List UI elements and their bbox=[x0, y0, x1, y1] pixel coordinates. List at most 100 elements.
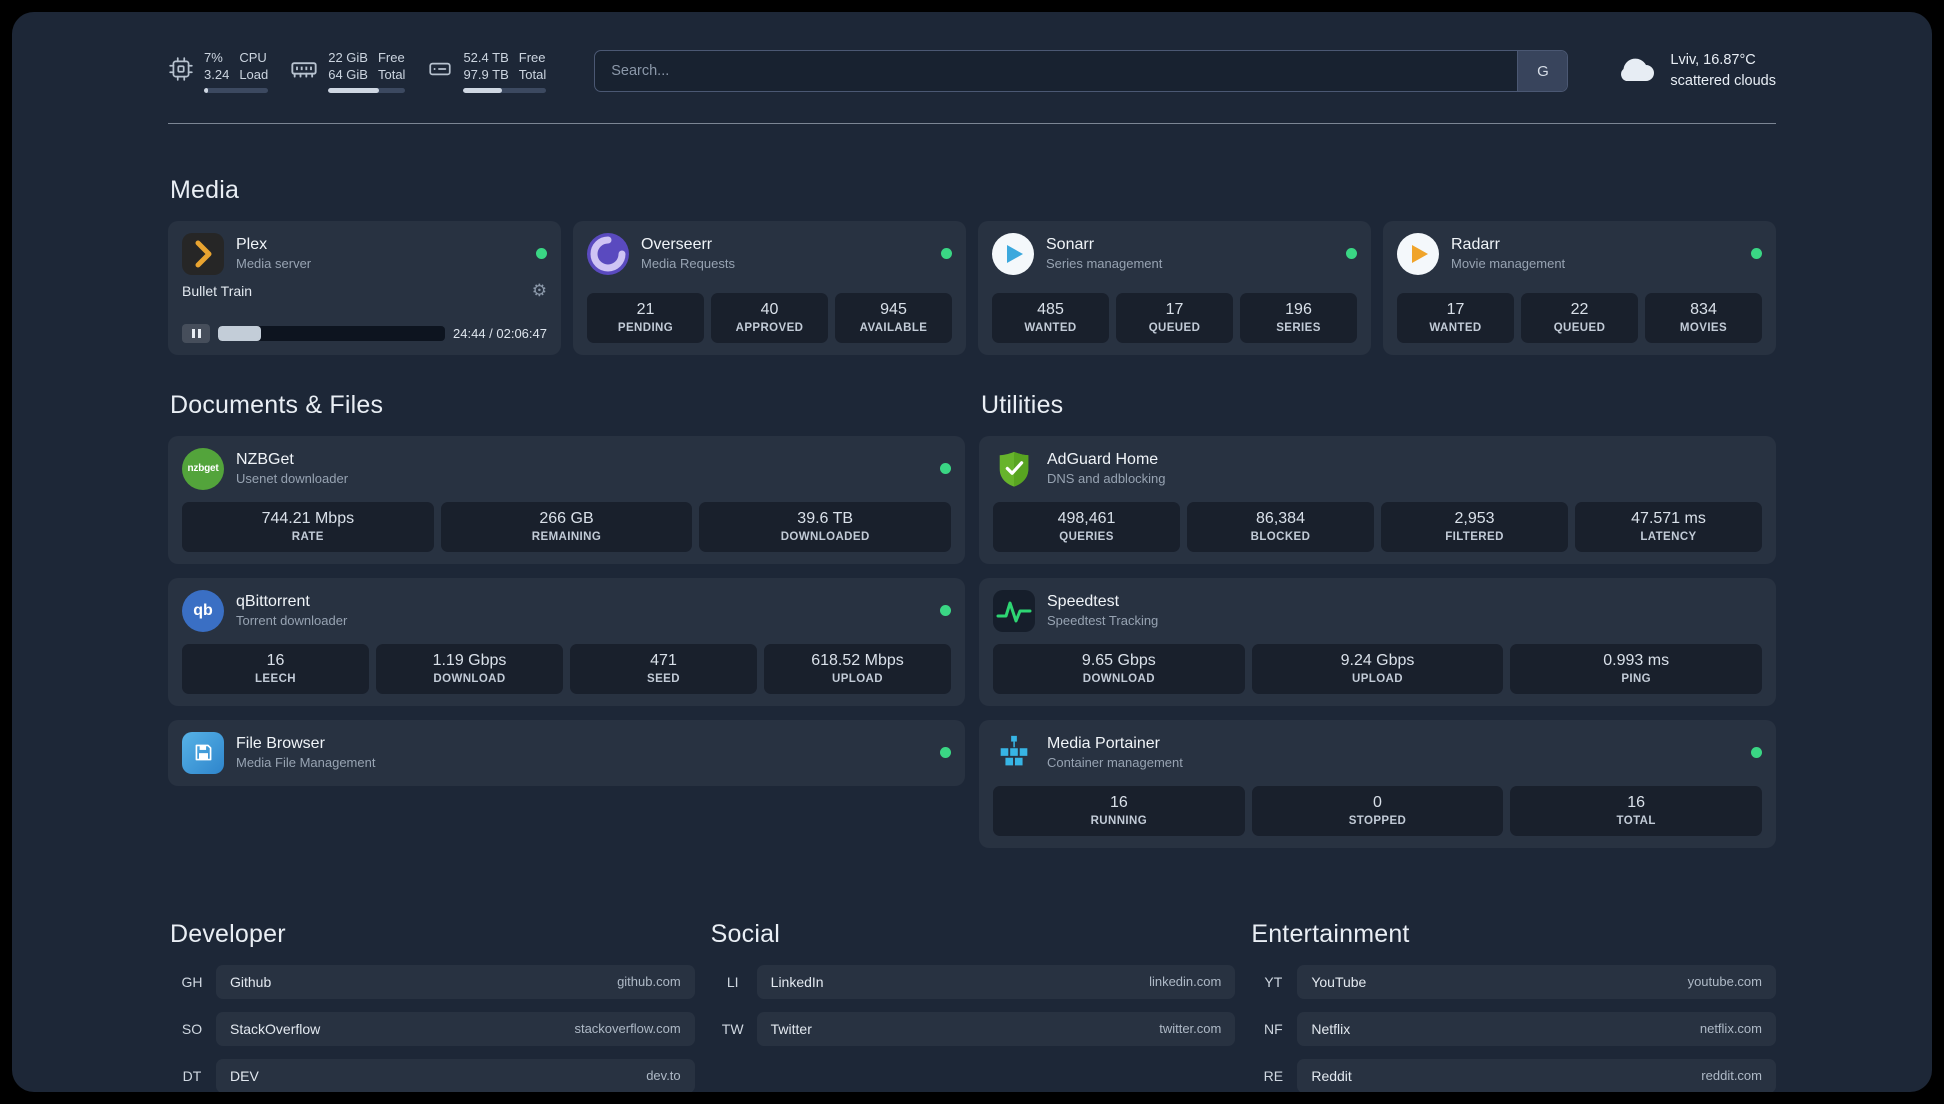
service-card-speedtest[interactable]: Speedtest Speedtest Tracking 9.65 Gbps D… bbox=[979, 577, 1776, 706]
stat-value: 834 bbox=[1690, 300, 1717, 318]
service-subtitle: Usenet downloader bbox=[236, 471, 349, 487]
status-dot bbox=[940, 747, 951, 759]
stat-value: 618.52 Mbps bbox=[811, 651, 904, 669]
stat-label: RATE bbox=[291, 530, 324, 543]
service-card-qbittorrent[interactable]: qb qBittorrent Torrent downloader 16 LEE… bbox=[168, 577, 965, 706]
bookmark-dev[interactable]: DEV dev.to bbox=[216, 1058, 695, 1092]
bookmark-name: DEV bbox=[230, 1067, 259, 1084]
status-dot bbox=[940, 605, 951, 617]
search-provider-button[interactable]: G bbox=[1517, 51, 1568, 92]
weather-condition: scattered clouds bbox=[1670, 73, 1776, 90]
bookmark-reddit[interactable]: Reddit reddit.com bbox=[1297, 1058, 1776, 1092]
disk-free-value: 52.4 TB bbox=[463, 50, 509, 65]
cpu-load-label: Load bbox=[239, 66, 269, 82]
bookmark-twitter[interactable]: Twitter twitter.com bbox=[756, 1011, 1236, 1046]
qbittorrent-icon: qb bbox=[182, 589, 224, 632]
stat-tile: 0 STOPPED bbox=[1251, 785, 1504, 836]
stat-value: 0 bbox=[1373, 793, 1382, 811]
disk-icon bbox=[427, 56, 453, 87]
service-card-radarr[interactable]: Radarr Movie management 17 WANTED 22 QUE… bbox=[1383, 220, 1776, 355]
service-card-nzbget[interactable]: nzbget NZBGet Usenet downloader 744.21 M… bbox=[168, 435, 965, 564]
stat-tile: 1.19 Gbps DOWNLOAD bbox=[376, 643, 563, 694]
service-card-filebrowser[interactable]: File Browser Media File Management bbox=[168, 719, 965, 786]
bookmark-netflix[interactable]: Netflix netflix.com bbox=[1297, 1011, 1776, 1046]
section-title-utilities: Utilities bbox=[981, 390, 1064, 419]
window-frame: 7% 3.24 CPU Load 22 GiB 64 GiB Free Tota… bbox=[0, 0, 1944, 1104]
stat-value: 471 bbox=[650, 651, 677, 669]
stat-label: SEED bbox=[647, 672, 680, 685]
stat-tile: 2,953 FILTERED bbox=[1381, 501, 1568, 552]
service-subtitle: Series management bbox=[1046, 256, 1163, 272]
stat-tile: 40 APPROVED bbox=[711, 292, 828, 343]
stat-tile: 9.24 Gbps UPLOAD bbox=[1251, 643, 1504, 694]
filebrowser-icon bbox=[182, 731, 224, 774]
cpu-load-value: 3.24 bbox=[204, 66, 230, 82]
cpu-widget: 7% 3.24 CPU Load bbox=[168, 50, 269, 93]
service-subtitle: Speedtest Tracking bbox=[1047, 613, 1159, 629]
stat-value: 16 bbox=[1627, 793, 1646, 811]
stat-tile: 16 TOTAL bbox=[1510, 785, 1763, 836]
stat-value: 17 bbox=[1165, 300, 1184, 318]
gear-icon[interactable]: ⚙ bbox=[532, 282, 547, 300]
stat-tile: 17 WANTED bbox=[1397, 292, 1514, 343]
bookmark-linkedin[interactable]: LinkedIn linkedin.com bbox=[756, 964, 1236, 999]
stat-value: 9.24 Gbps bbox=[1340, 651, 1415, 669]
bookmark-name: LinkedIn bbox=[770, 973, 824, 990]
stat-label: BLOCKED bbox=[1250, 530, 1311, 543]
section-title-developer: Developer bbox=[170, 919, 286, 948]
status-dot bbox=[1751, 248, 1762, 260]
service-card-plex[interactable]: Plex Media server Bullet Train ⚙ 24:44 /… bbox=[168, 220, 561, 355]
service-name: qBittorrent bbox=[236, 593, 310, 611]
pause-button[interactable] bbox=[182, 323, 210, 343]
stat-label: WANTED bbox=[1024, 321, 1077, 334]
search-input[interactable] bbox=[595, 51, 1518, 92]
stat-tile: 945 AVAILABLE bbox=[835, 292, 952, 343]
service-name: Media Portainer bbox=[1047, 735, 1160, 753]
stat-value: 485 bbox=[1037, 300, 1064, 318]
bookmark-stackoverflow[interactable]: StackOverflow stackoverflow.com bbox=[216, 1011, 695, 1046]
bookmark-abbr: SO bbox=[181, 1020, 203, 1037]
stat-tile: 47.571 ms LATENCY bbox=[1575, 501, 1762, 552]
stat-value: 16 bbox=[1109, 793, 1128, 811]
bookmark-name: StackOverflow bbox=[230, 1020, 321, 1037]
service-card-overseerr[interactable]: Overseerr Media Requests 21 PENDING 40 A… bbox=[573, 220, 966, 355]
stat-tile: 485 WANTED bbox=[992, 292, 1109, 343]
stat-label: QUEUED bbox=[1553, 321, 1606, 334]
stat-label: RUNNING bbox=[1090, 814, 1148, 827]
stat-label: QUEUED bbox=[1148, 321, 1201, 334]
topbar-divider bbox=[168, 122, 1776, 124]
bookmark-name: Reddit bbox=[1311, 1067, 1352, 1084]
stat-label: DOWNLOAD bbox=[1082, 672, 1155, 685]
speedtest-icon bbox=[993, 589, 1035, 632]
stat-value: 17 bbox=[1446, 300, 1465, 318]
bookmark-url: reddit.com bbox=[1701, 1068, 1762, 1084]
bookmark-url: github.com bbox=[617, 974, 681, 990]
topbar: 7% 3.24 CPU Load 22 GiB 64 GiB Free Tota… bbox=[168, 50, 1776, 93]
disk-free-label: Free bbox=[518, 50, 546, 65]
service-card-sonarr[interactable]: Sonarr Series management 485 WANTED 17 Q… bbox=[978, 220, 1371, 355]
status-dot bbox=[1346, 248, 1357, 260]
memory-free-label: Free bbox=[377, 50, 405, 65]
nzbget-icon: nzbget bbox=[182, 447, 224, 490]
stat-value: 86,384 bbox=[1256, 509, 1305, 527]
bookmark-github[interactable]: Github github.com bbox=[216, 964, 695, 999]
stat-label: LEECH bbox=[255, 672, 296, 685]
stat-tile: 0.993 ms PING bbox=[1510, 643, 1763, 694]
stat-value: 498,461 bbox=[1057, 509, 1116, 527]
service-card-portainer[interactable]: Media Portainer Container management 16 … bbox=[979, 719, 1776, 848]
stat-label: SERIES bbox=[1276, 321, 1321, 334]
bookmark-youtube[interactable]: YouTube youtube.com bbox=[1297, 964, 1776, 999]
memory-icon bbox=[290, 55, 318, 88]
stat-tile: 21 PENDING bbox=[587, 292, 704, 343]
bookmark-url: dev.to bbox=[646, 1068, 681, 1084]
stat-tile: 618.52 Mbps UPLOAD bbox=[764, 643, 951, 694]
bookmark-name: Twitter bbox=[770, 1020, 812, 1037]
service-card-adguard[interactable]: AdGuard Home DNS and adblocking 498,461 … bbox=[979, 435, 1776, 564]
memory-progress-bar bbox=[328, 87, 406, 93]
stat-tile: 9.65 Gbps DOWNLOAD bbox=[993, 643, 1245, 694]
stat-tile: 266 GB REMAINING bbox=[440, 501, 693, 552]
stat-label: TOTAL bbox=[1616, 814, 1656, 827]
bookmark-name: YouTube bbox=[1311, 973, 1367, 990]
service-name: File Browser bbox=[236, 735, 325, 753]
cpu-label: CPU bbox=[239, 50, 267, 65]
